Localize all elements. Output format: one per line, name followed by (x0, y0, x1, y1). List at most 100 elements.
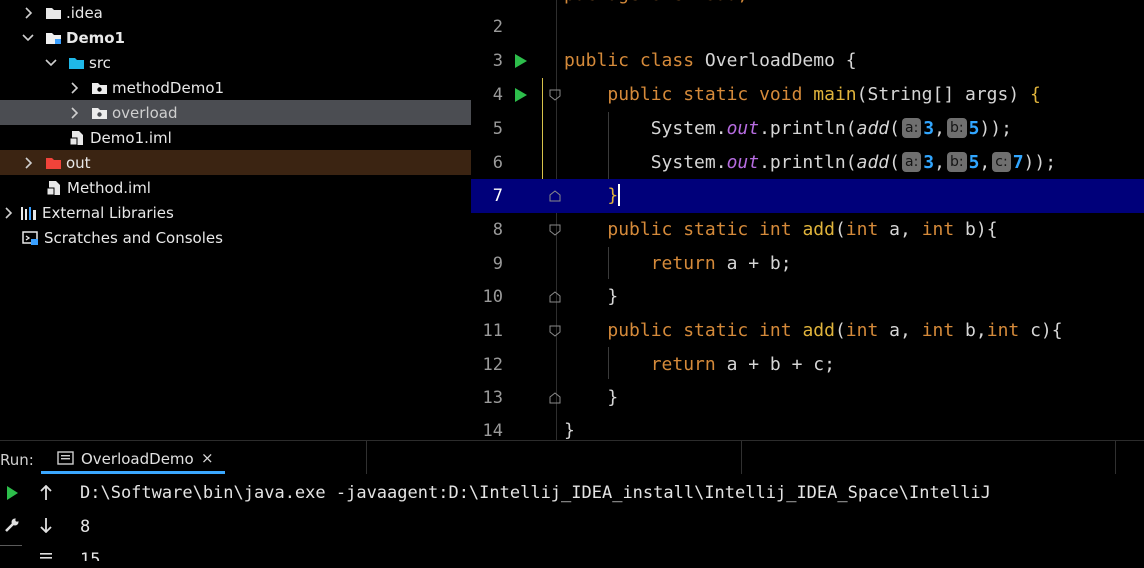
chevron-right-icon[interactable] (66, 80, 82, 96)
scroll-up-button[interactable] (34, 482, 58, 504)
line-number[interactable]: 12 (471, 348, 503, 382)
code-editor[interactable]: package overload; 2 3 public class Overl… (471, 0, 1144, 440)
tree-item-label: out (66, 153, 91, 172)
code-line[interactable]: 14 } (471, 414, 1144, 440)
tab-separator (741, 441, 742, 475)
run-tab-overloaddemo[interactable]: OverloadDemo × (41, 441, 225, 475)
tab-separator (366, 441, 367, 475)
tree-item-overload[interactable]: overload (0, 100, 471, 125)
module-folder-icon (44, 30, 62, 46)
fold-icon[interactable] (549, 224, 561, 236)
tree-item-label: External Libraries (42, 203, 174, 222)
console-output[interactable]: D:\Software\bin\java.exe -javaagent:D:\I… (64, 474, 1144, 561)
tree-item-demo1[interactable]: Demo1 (0, 25, 471, 50)
scroll-down-button[interactable] (34, 514, 58, 536)
tree-item-scratches[interactable]: Scratches and Consoles (0, 225, 471, 250)
fold-icon[interactable] (549, 291, 561, 303)
tree-item-label: src (89, 53, 111, 72)
chevron-down-icon[interactable] (20, 30, 36, 46)
console-line: 8 (80, 517, 91, 537)
current-code-line[interactable]: 7 } (471, 179, 1144, 213)
parameter-hint: c: (992, 152, 1011, 172)
module-file-icon (45, 180, 63, 196)
line-number[interactable]: 8 (471, 213, 503, 247)
chevron-right-icon[interactable] (0, 205, 16, 221)
line-number[interactable]: 3 (471, 44, 503, 78)
soft-wrap-button[interactable] (34, 546, 58, 568)
code-text: public static int add(int a, int b){ (607, 219, 998, 240)
chevron-right-icon[interactable] (20, 155, 36, 171)
run-toolbar (0, 474, 64, 561)
tab-separator (1115, 441, 1116, 475)
code-text: public static int add(int a, int b,int c… (607, 320, 1063, 341)
chevron-right-icon[interactable] (20, 5, 36, 21)
line-number[interactable]: 13 (471, 381, 503, 415)
tree-item-label: methodDemo1 (112, 78, 225, 97)
run-gutter-icon[interactable] (515, 88, 527, 102)
arrow-down-icon (40, 518, 52, 533)
fold-icon[interactable] (549, 89, 561, 101)
close-icon[interactable]: × (201, 449, 214, 467)
code-line[interactable]: 12 return a + b + c; (471, 348, 1144, 382)
libraries-icon (20, 205, 38, 221)
line-number[interactable]: 4 (471, 78, 503, 112)
tree-item-src[interactable]: src (0, 50, 471, 75)
tree-item-method-iml[interactable]: Method.iml (0, 175, 471, 200)
tree-item-idea[interactable]: .idea (0, 0, 471, 25)
line-number[interactable]: 10 (471, 280, 503, 314)
line-number[interactable]: 2 (471, 10, 503, 44)
code-text: } (564, 420, 575, 440)
line-number[interactable]: 7 (471, 179, 503, 213)
run-icon (7, 486, 18, 500)
chevron-down-icon[interactable] (43, 55, 59, 71)
code-text: return a + b + c; (650, 354, 835, 375)
code-text: public class OverloadDemo { (564, 50, 857, 71)
excluded-folder-icon (44, 155, 62, 171)
line-number[interactable]: 9 (471, 247, 503, 281)
line-number[interactable]: 6 (471, 146, 503, 180)
tree-item-label: Method.iml (67, 178, 151, 197)
line-number[interactable]: 14 (471, 414, 503, 440)
code-text: public static void main(String[] args) { (607, 84, 1041, 105)
rerun-button[interactable] (0, 482, 24, 504)
console-tab-icon (57, 451, 74, 465)
code-line[interactable]: 13 } (471, 381, 1144, 415)
package-icon (90, 80, 108, 96)
settings-button[interactable] (0, 514, 24, 536)
toolbar-divider (0, 545, 22, 546)
code-line[interactable]: 2 (471, 10, 1144, 44)
text-caret (618, 184, 621, 206)
code-line[interactable]: 8 public static int add(int a, int b){ (471, 213, 1144, 247)
code-line[interactable]: 3 public class OverloadDemo { (471, 44, 1144, 78)
module-file-icon (68, 130, 86, 146)
code-line[interactable]: 11 public static int add(int a, int b,in… (471, 314, 1144, 348)
line-number[interactable]: 5 (471, 112, 503, 146)
tree-item-out[interactable]: out (0, 150, 471, 175)
console-line: D:\Software\bin\java.exe -javaagent:D:\I… (80, 483, 991, 503)
tree-item-methoddemo1[interactable]: methodDemo1 (0, 75, 471, 100)
tree-item-external-libraries[interactable]: External Libraries (0, 200, 471, 225)
code-line[interactable]: 9 return a + b; (471, 247, 1144, 281)
code-text: System.out.println(add(a: 3, b: 5, c: 7)); (650, 152, 1057, 173)
chevron-right-icon[interactable] (66, 105, 82, 121)
code-line[interactable]: 10 } (471, 280, 1144, 314)
parameter-hint: a: (901, 118, 922, 138)
parameter-hint: a: (901, 152, 922, 172)
code-text: return a + b; (650, 253, 792, 274)
code-text: } (607, 387, 619, 408)
run-panel-header: Run: OverloadDemo × (0, 440, 1144, 475)
line-number[interactable]: 11 (471, 314, 503, 348)
code-line[interactable]: 5 System.out.println(add(a: 3, b: 5)); (471, 112, 1144, 146)
source-folder-icon (67, 55, 85, 71)
code-line[interactable]: 4 public static void main(String[] args)… (471, 78, 1144, 112)
tree-item-demo1-iml[interactable]: Demo1.iml (0, 125, 471, 150)
code-line[interactable]: 6 System.out.println(add(a: 3, b: 5, c: 7)); (471, 146, 1144, 180)
fold-icon[interactable] (549, 392, 561, 404)
tree-item-label: Demo1 (66, 28, 125, 47)
run-gutter-icon[interactable] (515, 54, 527, 68)
tree-item-label: overload (112, 103, 178, 122)
fold-icon[interactable] (549, 325, 561, 337)
tree-item-label: Scratches and Consoles (44, 228, 223, 247)
run-panel-label: Run: (0, 451, 34, 469)
fold-icon[interactable] (549, 190, 561, 202)
